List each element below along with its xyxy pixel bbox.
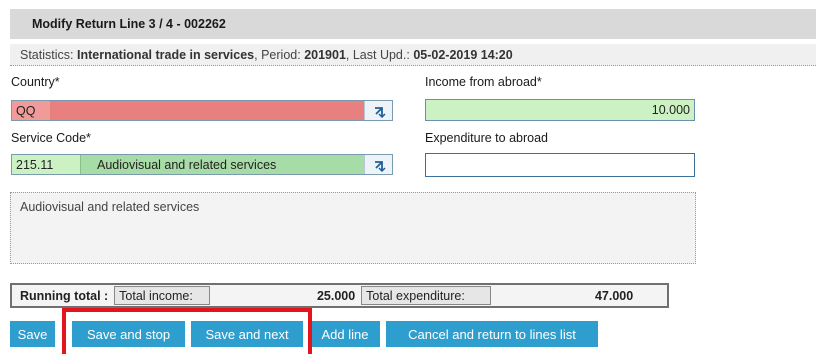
expenditure-label: Expenditure to abroad [425, 131, 549, 145]
statistics-bar: Statistics: International trade in servi… [10, 44, 816, 66]
cancel-button[interactable]: Cancel and return to lines list [386, 321, 598, 347]
highlight-box [62, 308, 312, 354]
add-line-button[interactable]: Add line [310, 321, 380, 347]
income-field[interactable]: 10.000 [425, 99, 695, 121]
income-value: 10.000 [651, 103, 690, 117]
country-value[interactable]: QQ [12, 101, 50, 120]
expenditure-field[interactable] [425, 153, 695, 177]
country-label: Country* [11, 75, 60, 89]
service-description-text: Audiovisual and related services [20, 200, 200, 214]
lookup-arrow-icon[interactable] [364, 101, 392, 120]
country-fill [50, 101, 364, 120]
service-code-label: Service Code* [11, 131, 91, 145]
statistics-value: International trade in services [76, 48, 255, 62]
total-expenditure-value: 47.000 [594, 288, 634, 303]
running-total-label: Running total : [20, 288, 109, 303]
service-code-value[interactable]: 215.11 [12, 155, 81, 174]
last-updated-label: , Last Upd.: [345, 48, 410, 62]
total-income-value: 25.000 [316, 288, 356, 303]
running-total-bar: Running total : Total income: 25.000 Tot… [10, 283, 669, 308]
service-code-description: Audiovisual and related services [97, 157, 277, 172]
statistics-label: Statistics: [20, 48, 74, 62]
lookup-arrow-icon[interactable] [364, 155, 392, 174]
period-label: , Period: [254, 48, 301, 62]
total-income-label: Total income: [114, 286, 211, 305]
income-label: Income from abroad* [425, 75, 542, 89]
page-title: Modify Return Line 3 / 4 - 002262 [10, 9, 816, 39]
save-button[interactable]: Save [10, 321, 55, 347]
period-value: 201901 [304, 48, 346, 62]
total-expenditure-label: Total expenditure: [361, 286, 492, 305]
service-description-box: Audiovisual and related services [10, 192, 696, 264]
country-field[interactable]: QQ [11, 100, 393, 121]
service-code-field[interactable]: 215.11 Audiovisual and related services [11, 154, 393, 175]
last-updated-value: 05-02-2019 14:20 [413, 48, 513, 62]
